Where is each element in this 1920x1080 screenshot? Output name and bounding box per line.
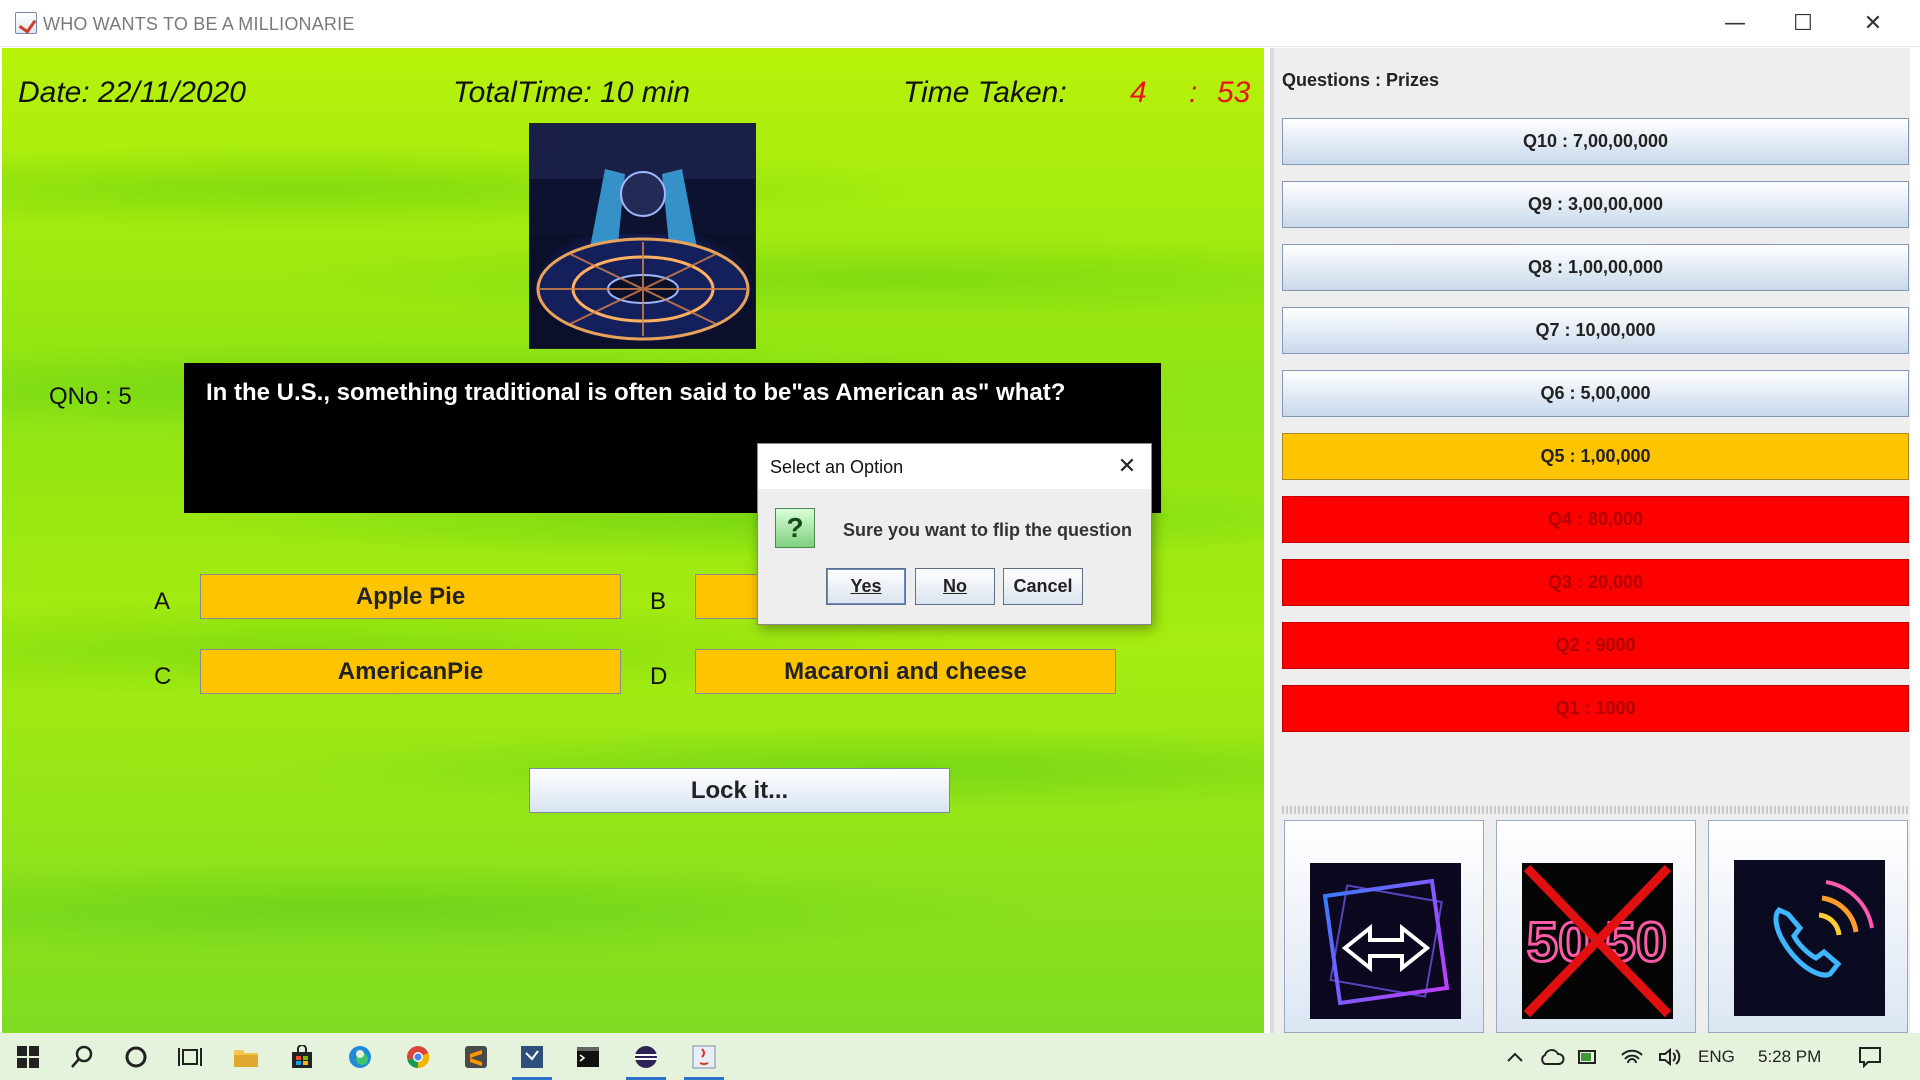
question-text: In the U.S., something traditional is of… [206, 379, 1066, 406]
chevron-up-icon[interactable] [1500, 1033, 1530, 1080]
windows-start-icon[interactable] [0, 1033, 56, 1080]
prize-q6: Q6 : 5,00,000 [1282, 370, 1909, 417]
flip-arrows-icon [1310, 863, 1461, 1019]
fifty-fifty-icon: 50 50 [1522, 863, 1673, 1019]
minimize-button[interactable]: — [1700, 0, 1770, 47]
visual-studio-icon[interactable] [504, 1033, 560, 1080]
yes-button[interactable]: Yes [826, 568, 906, 605]
eclipse-icon[interactable] [618, 1033, 674, 1080]
volume-icon[interactable] [1652, 1033, 1688, 1080]
option-a-letter: A [154, 588, 171, 615]
java-app-icon [15, 12, 37, 34]
lock-answer-button[interactable]: Lock it... [529, 768, 950, 813]
prize-q1: Q1 : 1000 [1282, 685, 1909, 732]
confirm-dialog: Select an Option ✕ ? Sure you want to fl… [757, 443, 1152, 625]
maximize-button[interactable]: ☐ [1768, 0, 1838, 47]
prizes-panel: Questions : Prizes Q10 : 7,00,00,000 Q9 … [1270, 48, 1910, 1033]
millionaire-stage-image [529, 123, 756, 349]
battery-icon[interactable] [1572, 1033, 1608, 1080]
close-button[interactable]: ✕ [1838, 0, 1908, 47]
file-explorer-icon[interactable] [218, 1033, 274, 1080]
lifeline-fifty-fifty-button[interactable]: 50 50 [1496, 820, 1696, 1033]
edge-icon[interactable] [332, 1033, 388, 1080]
wifi-icon[interactable] [1614, 1033, 1650, 1080]
sublime-text-icon[interactable] [448, 1033, 504, 1080]
dialog-title: Select an Option [770, 457, 904, 477]
date-label: Date: 22/11/2020 [18, 76, 246, 109]
timer-separator: : [1189, 76, 1198, 109]
option-d-letter: D [650, 663, 668, 690]
dialog-message: Sure you want to flip the question [843, 520, 1133, 540]
dialog-title-bar: Select an Option ✕ [758, 444, 1151, 489]
dialog-close-icon[interactable]: ✕ [1113, 452, 1141, 480]
prize-q9: Q9 : 3,00,00,000 [1282, 181, 1909, 228]
question-icon: ? [775, 508, 815, 548]
total-time-label: TotalTime: 10 min [453, 76, 691, 109]
chrome-icon[interactable] [390, 1033, 446, 1080]
prizes-header: Questions : Prizes [1282, 70, 1440, 90]
option-b-letter: B [650, 588, 667, 615]
taskbar: ENG 5:28 PM [0, 1033, 1920, 1080]
lifeline-flip-button[interactable] [1284, 820, 1484, 1033]
prize-q4: Q4 : 80,000 [1282, 496, 1909, 543]
no-button[interactable]: No [915, 568, 995, 605]
option-c-letter: C [154, 663, 172, 690]
prize-q3: Q3 : 20,000 [1282, 559, 1909, 606]
timer-seconds: 53 [1217, 76, 1251, 109]
clock[interactable]: 5:28 PM [1758, 1047, 1821, 1067]
prize-q5: Q5 : 1,00,000 [1282, 433, 1909, 480]
option-a-button[interactable]: Apple Pie [200, 574, 621, 619]
search-icon[interactable] [54, 1033, 110, 1080]
phone-icon [1734, 860, 1885, 1016]
notification-icon[interactable] [1842, 1033, 1898, 1080]
onedrive-icon[interactable] [1534, 1033, 1570, 1080]
time-taken-label: Time Taken: [903, 76, 1067, 109]
terminal-icon[interactable] [560, 1033, 616, 1080]
language-indicator[interactable]: ENG [1698, 1047, 1735, 1067]
prize-q2: Q2 : 9000 [1282, 622, 1909, 669]
question-number: QNo : 5 [49, 383, 132, 410]
cortana-icon[interactable] [108, 1033, 164, 1080]
splitter[interactable] [1282, 806, 1909, 814]
task-view-icon[interactable] [162, 1033, 218, 1080]
java-app-icon[interactable] [676, 1033, 732, 1080]
option-d-button[interactable]: Macaroni and cheese [695, 649, 1116, 694]
lifeline-phone-button[interactable] [1708, 820, 1908, 1033]
prize-q10: Q10 : 7,00,00,000 [1282, 118, 1909, 165]
option-c-button[interactable]: AmericanPie [200, 649, 621, 694]
store-icon[interactable] [274, 1033, 330, 1080]
app-window: WHO WANTS TO BE A MILLIONARIE — ☐ ✕ Date… [0, 0, 1920, 1080]
prize-q7: Q7 : 10,00,000 [1282, 307, 1909, 354]
timer-minutes: 4 [1130, 76, 1147, 109]
window-title: WHO WANTS TO BE A MILLIONARIE [43, 14, 355, 34]
cancel-button[interactable]: Cancel [1003, 568, 1083, 605]
prize-q8: Q8 : 1,00,00,000 [1282, 244, 1909, 291]
title-bar: WHO WANTS TO BE A MILLIONARIE — ☐ ✕ [0, 0, 1920, 47]
